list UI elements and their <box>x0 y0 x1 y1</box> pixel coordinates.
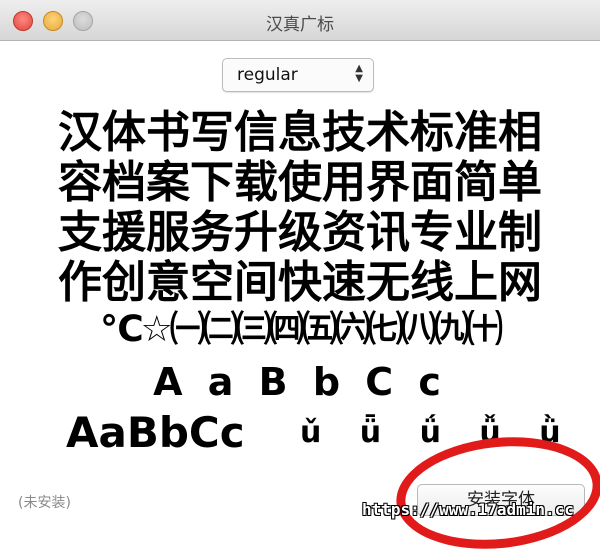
font-book-window: 汉真广标 regular ▲ ▼ 汉体书写信息技术标准相 容档案下载使用界面简单 … <box>0 0 600 558</box>
install-status: (未安装) <box>18 495 71 511</box>
window-title: 汉真广标 <box>266 15 334 35</box>
font-preview: 汉体书写信息技术标准相 容档案下载使用界面简单 支援服务升级资讯专业制 作创意空… <box>0 108 600 458</box>
preview-line: 作创意空间快速无线上网 <box>58 257 542 308</box>
font-style-select[interactable]: regular ▲ ▼ <box>222 58 374 92</box>
title-bar: 汉真广标 <box>0 0 600 41</box>
preview-line: 支援服务升级资讯专业制 <box>58 207 542 258</box>
preview-line: 汉体书写信息技术标准相 <box>58 107 542 158</box>
font-style-value: regular <box>237 65 298 85</box>
site-watermark: https://www.17admin.cc <box>362 500 574 519</box>
preview-latin-bold-line: AaBbCc <box>66 408 245 457</box>
select-arrows-icon: ▲ ▼ <box>355 63 363 84</box>
preview-latin-line: A a B b C c <box>153 360 447 404</box>
preview-symbols-line: ℃☆㈠㈡㈢㈣㈤㈥㈦㈧㈨㈩ <box>100 309 503 350</box>
preview-line: 容档案下载使用界面简单 <box>58 157 542 208</box>
